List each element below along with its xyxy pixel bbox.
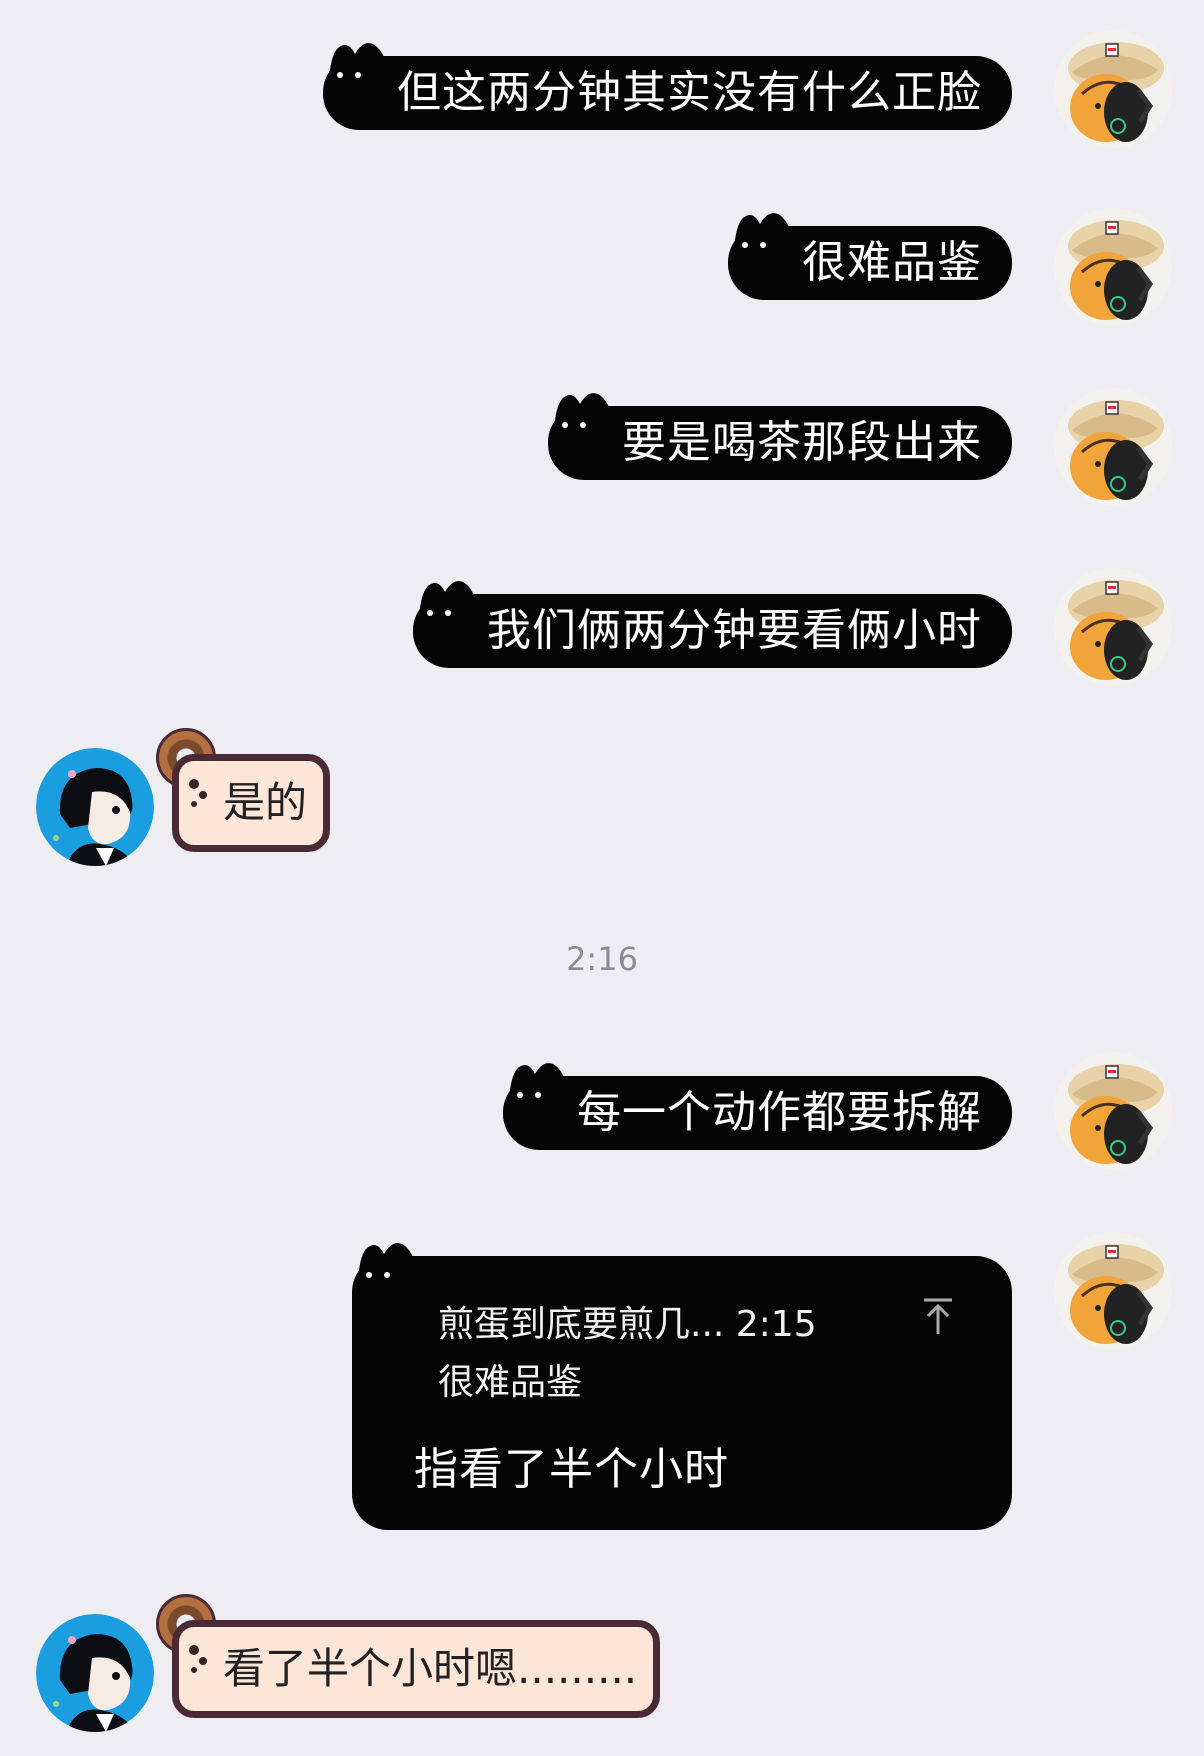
capybara-chef-avatar-icon[interactable] [1054,30,1172,148]
message-text: 看了半个小时嗯......... [223,1644,638,1693]
cat-eyes-icon [562,422,598,434]
received-message-bubble[interactable]: 是的 [172,754,331,852]
sent-message-bubble[interactable]: 每一个动作都要拆解 [503,1063,1012,1150]
cat-eyes-icon [742,242,778,254]
received-message-bubble[interactable]: 看了半个小时嗯......... [172,1620,661,1718]
sent-message-bubble[interactable]: 要是喝茶那段出来 [548,393,1012,480]
quoted-message[interactable]: 煎蛋到底要煎几... 2:15 很难品鉴 [438,1296,817,1412]
message-text: 是的 [223,778,308,827]
capybara-chef-avatar-icon[interactable] [1054,208,1172,326]
cat-eyes-icon [427,610,463,622]
capybara-chef-avatar-icon[interactable] [1054,388,1172,506]
message-text: 我们俩两分钟要看俩小时 [487,605,982,656]
bubble-dots-icon [189,1645,219,1685]
message-text: 但这两分钟其实没有什么正脸 [397,67,982,118]
cat-eyes-icon [337,72,373,84]
capybara-chef-avatar-icon[interactable] [1054,1052,1172,1170]
sent-message-bubble[interactable]: 我们俩两分钟要看俩小时 [413,581,1012,668]
sent-message-bubble[interactable]: 很难品鉴 [728,213,1012,300]
reply-message-bubble[interactable]: 煎蛋到底要煎几... 2:15 很难品鉴 指看了半个小时 [352,1243,1012,1530]
jump-to-original-arrow-icon[interactable] [920,1296,956,1336]
sent-message-bubble[interactable]: 但这两分钟其实没有什么正脸 [323,43,1012,130]
quoted-message-text: 很难品鉴 [438,1362,583,1403]
message-text: 每一个动作都要拆解 [577,1087,982,1138]
quoted-message-title: 煎蛋到底要煎几... 2:15 [438,1304,817,1345]
bubble-dots-icon [189,779,219,819]
capybara-chef-avatar-icon[interactable] [1054,568,1172,686]
timestamp: 2:16 [566,940,638,978]
cat-eyes-icon [366,1272,402,1284]
message-text: 指看了半个小时 [414,1444,729,1495]
cat-eyes-icon [517,1092,553,1104]
message-text: 很难品鉴 [802,237,982,288]
message-text: 要是喝茶那段出来 [622,417,982,468]
anime-boy-avatar-icon[interactable] [36,1614,154,1732]
anime-boy-avatar-icon[interactable] [36,748,154,866]
capybara-chef-avatar-icon[interactable] [1054,1232,1172,1350]
